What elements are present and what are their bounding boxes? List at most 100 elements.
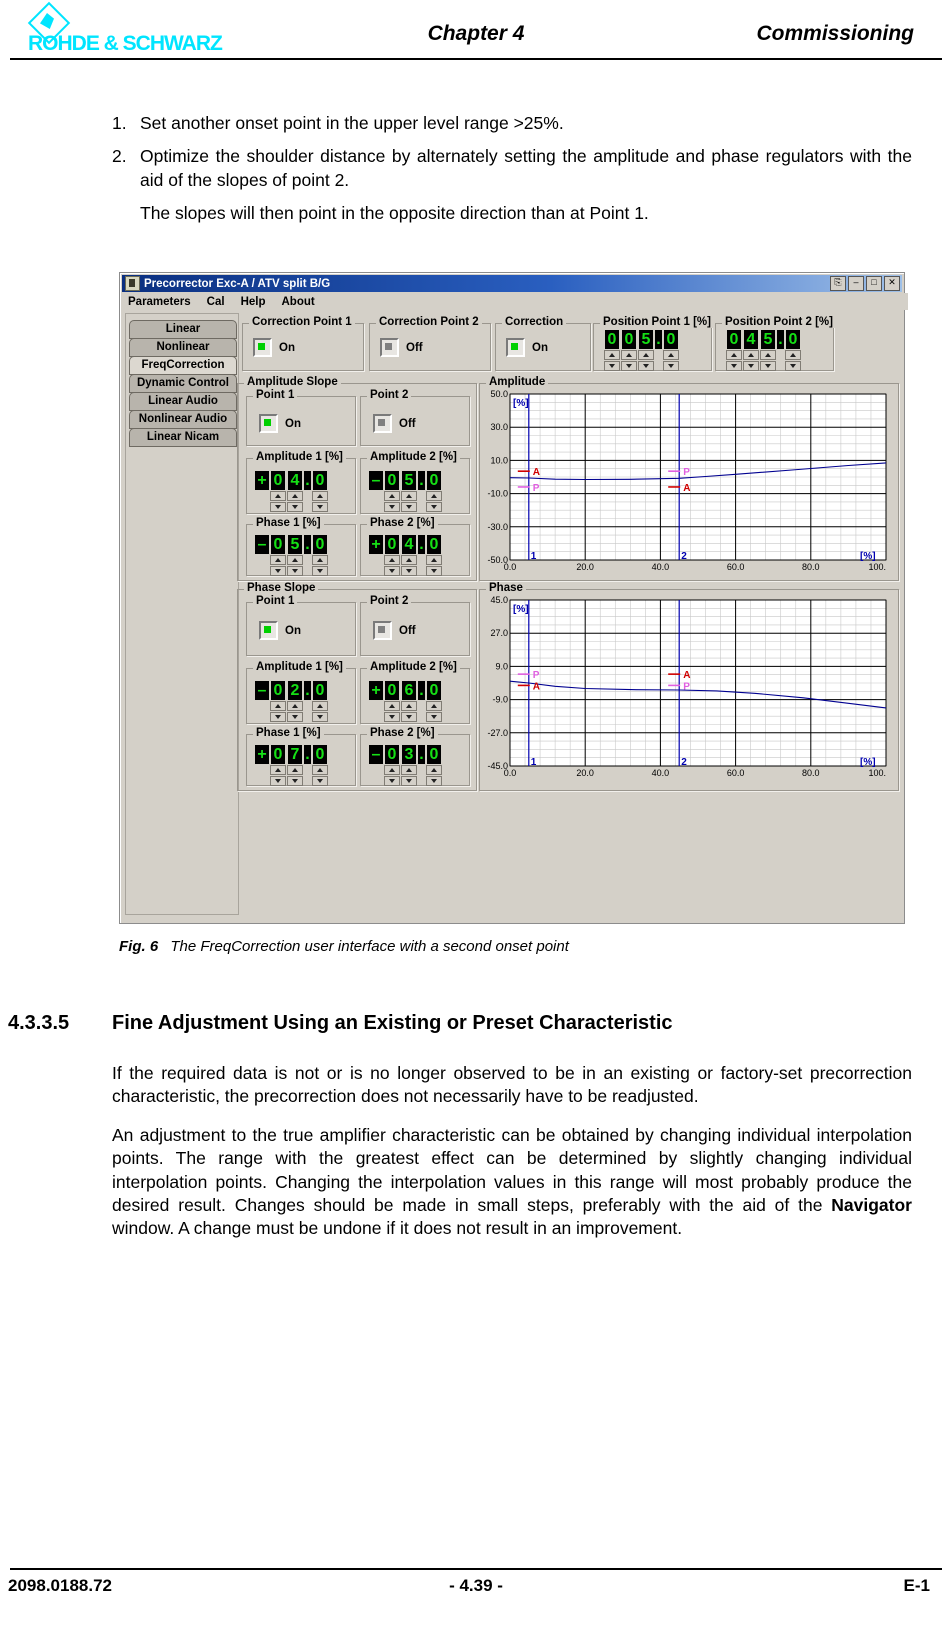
spinner-down[interactable] [604, 361, 620, 371]
spinner-down[interactable] [401, 776, 417, 786]
spinner-up[interactable] [384, 701, 400, 711]
spinner-down[interactable] [663, 361, 679, 371]
spinner-down[interactable] [401, 566, 417, 576]
minimize-button[interactable]: – [848, 276, 864, 291]
spinner-up[interactable] [312, 765, 328, 775]
spinner-up[interactable] [401, 491, 417, 501]
spinner-up[interactable] [384, 765, 400, 775]
sidebar-item-nonlinear-audio[interactable]: Nonlinear Audio [129, 410, 237, 429]
spinner-down[interactable] [270, 566, 286, 576]
spinner-up[interactable] [287, 765, 303, 775]
spinner-down[interactable] [287, 502, 303, 512]
spinner-down[interactable] [785, 361, 801, 371]
close-button[interactable]: ✕ [884, 276, 900, 291]
spinner-up[interactable] [743, 350, 759, 360]
checkbox-icon[interactable] [380, 338, 399, 357]
spinner-down[interactable] [384, 776, 400, 786]
phase-plot[interactable]: P A A P 1 2 [%] [%] 45.0 27.0 9.0 -9.0 -27.0 -45.0 0.0… [480, 590, 898, 790]
maximize-button[interactable]: □ [866, 276, 882, 291]
spinner-up[interactable] [312, 701, 328, 711]
spinner-up[interactable] [287, 491, 303, 501]
checkbox-icon[interactable] [259, 414, 278, 433]
sidebar-item-linear-audio[interactable]: Linear Audio [129, 392, 237, 411]
spinner-up[interactable] [760, 350, 776, 360]
amp-phase2-value[interactable]: + 0 4 . 0 [369, 535, 443, 576]
correction-toggle[interactable]: On [506, 338, 548, 357]
spinner-down[interactable] [426, 776, 442, 786]
checkbox-icon[interactable] [373, 414, 392, 433]
spinner-down[interactable] [621, 361, 637, 371]
sidebar-item-linear[interactable]: Linear [129, 320, 237, 339]
checkbox-icon[interactable] [373, 621, 392, 640]
ph-point1-toggle[interactable]: On [259, 621, 301, 640]
spinner-up[interactable] [426, 555, 442, 565]
ph-amplitude2-value[interactable]: + 0 6 . 0 [369, 681, 443, 722]
spinner-up[interactable] [270, 555, 286, 565]
amp-amplitude1-value[interactable]: + 0 4 . 0 [255, 471, 329, 512]
spinner-up[interactable] [312, 555, 328, 565]
spinner-down[interactable] [638, 361, 654, 371]
sidebar-item-nonlinear[interactable]: Nonlinear [129, 338, 237, 357]
spinner-up[interactable] [638, 350, 654, 360]
spinner-up[interactable] [287, 701, 303, 711]
spinner-down[interactable] [287, 566, 303, 576]
checkbox-icon[interactable] [259, 621, 278, 640]
amp-phase1-value[interactable]: – 0 5 . 0 [255, 535, 329, 576]
menu-item-cal[interactable]: Cal [207, 296, 225, 308]
spinner-down[interactable] [401, 712, 417, 722]
ph-point2-toggle[interactable]: Off [373, 621, 416, 640]
spinner-up[interactable] [426, 765, 442, 775]
menu-item-about[interactable]: About [281, 296, 314, 308]
spinner-down[interactable] [726, 361, 742, 371]
spinner-down[interactable] [312, 776, 328, 786]
spinner-down[interactable] [401, 502, 417, 512]
spinner-up[interactable] [384, 491, 400, 501]
ph-phase2-value[interactable]: – 0 3 . 0 [369, 745, 443, 786]
spinner-up[interactable] [270, 701, 286, 711]
spinner-up[interactable] [621, 350, 637, 360]
amplitude-plot[interactable]: A P P A 1 2 [%] [%] 50.0 30.0 10.0 -10.0 -30.0 -50.0 0… [480, 384, 898, 580]
spinner-down[interactable] [312, 566, 328, 576]
spinner-up[interactable] [384, 555, 400, 565]
spinner-down[interactable] [312, 712, 328, 722]
spinner-up[interactable] [426, 701, 442, 711]
spinner-down[interactable] [270, 776, 286, 786]
spinner-up[interactable] [604, 350, 620, 360]
position-point-2-value[interactable]: 0 4 5 . 0 [726, 330, 802, 371]
menu-item-parameters[interactable]: Parameters [128, 296, 191, 308]
correction-point-2-toggle[interactable]: Off [380, 338, 423, 357]
ph-phase1-value[interactable]: + 0 7 . 0 [255, 745, 329, 786]
spinner-down[interactable] [384, 502, 400, 512]
sidebar-item-linear-nicam[interactable]: Linear Nicam [129, 428, 237, 447]
spinner-up[interactable] [287, 555, 303, 565]
spinner-up[interactable] [270, 491, 286, 501]
amp-amplitude2-value[interactable]: – 0 5 . 0 [369, 471, 443, 512]
correction-point-1-toggle[interactable]: On [253, 338, 295, 357]
spinner-up[interactable] [726, 350, 742, 360]
amp-point2-toggle[interactable]: Off [373, 414, 416, 433]
position-point-1-value[interactable]: 0 0 5 . 0 [604, 330, 680, 371]
spinner-down[interactable] [743, 361, 759, 371]
spinner-up[interactable] [270, 765, 286, 775]
print-button[interactable]: ⎘ [830, 276, 846, 291]
spinner-up[interactable] [401, 701, 417, 711]
spinner-down[interactable] [384, 566, 400, 576]
sidebar-item-freqcorrection[interactable]: FreqCorrection [129, 356, 237, 375]
spinner-down[interactable] [287, 712, 303, 722]
spinner-up[interactable] [663, 350, 679, 360]
spinner-down[interactable] [384, 712, 400, 722]
spinner-down[interactable] [270, 502, 286, 512]
ph-amplitude1-value[interactable]: – 0 2 . 0 [255, 681, 329, 722]
spinner-down[interactable] [312, 502, 328, 512]
spinner-down[interactable] [426, 712, 442, 722]
checkbox-icon[interactable] [253, 338, 272, 357]
spinner-down[interactable] [270, 712, 286, 722]
spinner-up[interactable] [312, 491, 328, 501]
spinner-down[interactable] [287, 776, 303, 786]
spinner-up[interactable] [401, 765, 417, 775]
spinner-up[interactable] [785, 350, 801, 360]
spinner-down[interactable] [426, 502, 442, 512]
sidebar-item-dynamic-control[interactable]: Dynamic Control [129, 374, 237, 393]
menu-item-help[interactable]: Help [241, 296, 266, 308]
checkbox-icon[interactable] [506, 338, 525, 357]
